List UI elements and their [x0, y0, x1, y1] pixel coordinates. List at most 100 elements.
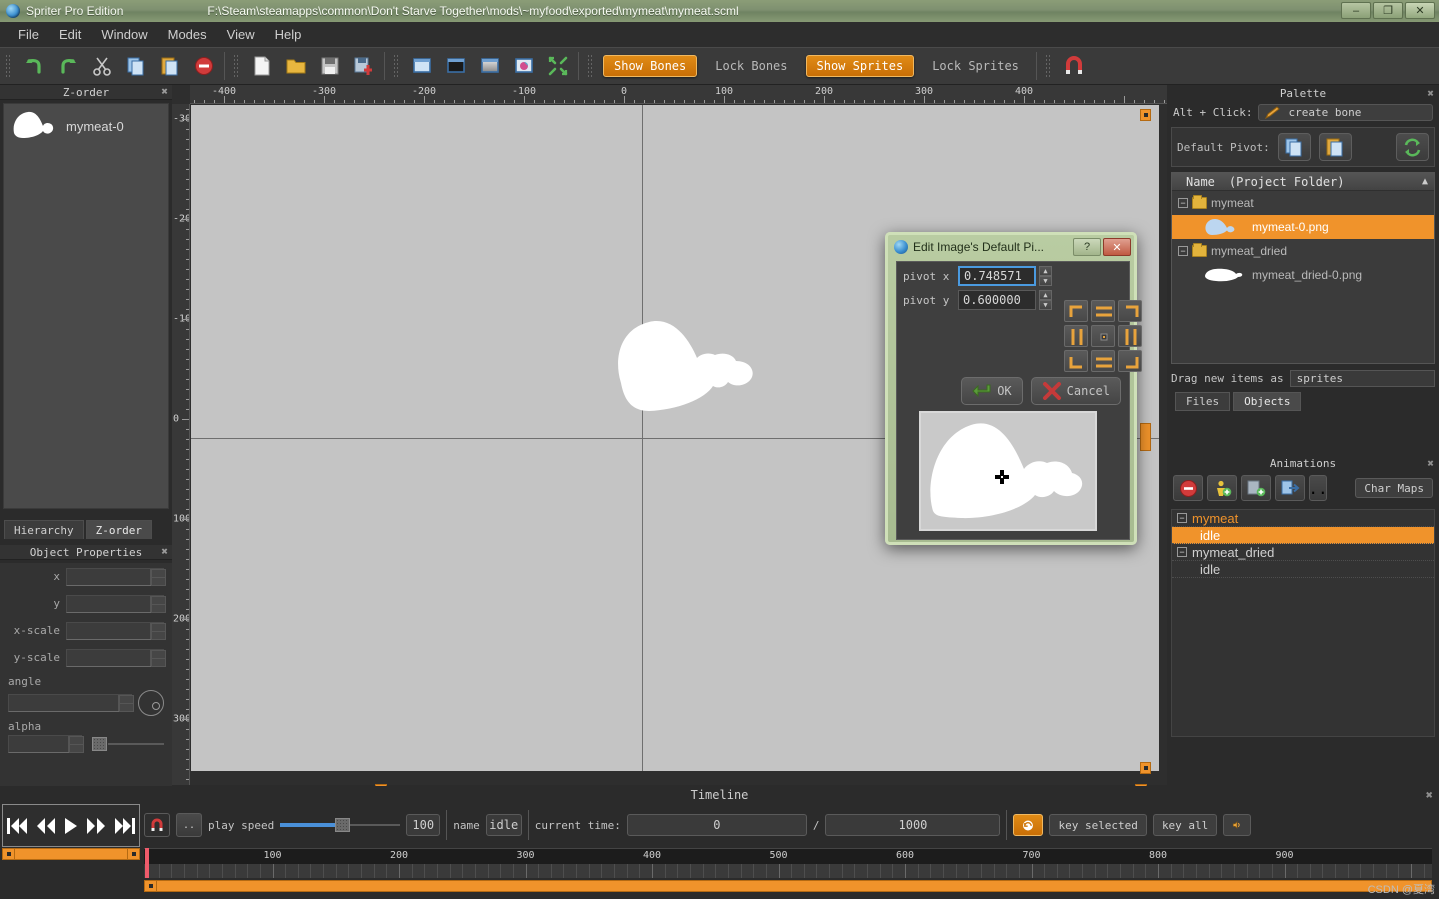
tree-item-mymeat[interactable]: − mymeat — [1172, 191, 1434, 215]
dark-window-icon[interactable] — [439, 51, 473, 81]
anchor-top-right-icon[interactable] — [1118, 300, 1142, 322]
fit-view-icon[interactable] — [541, 51, 575, 81]
expander-icon[interactable]: − — [1178, 198, 1188, 208]
dialog-close-button[interactable]: ✕ — [1103, 238, 1131, 256]
loop-icon[interactable] — [1013, 814, 1044, 836]
alpha-slider-handle[interactable] — [92, 737, 107, 751]
list-item[interactable]: mymeat-0 — [4, 104, 168, 148]
onion-skin-icon[interactable] — [144, 813, 170, 837]
pivot-preview[interactable] — [919, 411, 1097, 531]
menu-item-file[interactable]: File — [8, 25, 49, 44]
tab-z-order[interactable]: Z-order — [85, 520, 152, 539]
palette-close-icon[interactable]: ✖ — [1427, 87, 1434, 100]
anchor-middle-left-icon[interactable] — [1064, 325, 1088, 347]
minimize-button[interactable]: – — [1341, 2, 1371, 19]
ok-button[interactable]: OK — [961, 377, 1023, 405]
x-stepper[interactable] — [150, 568, 166, 586]
animation-item-mymeat-idle[interactable]: idle — [1172, 527, 1434, 544]
restore-button[interactable]: ❐ — [1373, 2, 1403, 19]
z-order-list[interactable]: mymeat-0 — [3, 103, 169, 509]
timeline-scrollbar[interactable] — [144, 880, 1432, 892]
menu-item-edit[interactable]: Edit — [49, 25, 91, 44]
color-window-icon[interactable] — [507, 51, 541, 81]
transport-scroll-left[interactable] — [2, 848, 15, 860]
tab-hierarchy[interactable]: Hierarchy — [4, 520, 84, 539]
show-sprites-toggle[interactable]: Show Sprites — [805, 55, 915, 77]
menu-item-modes[interactable]: Modes — [158, 25, 217, 44]
animation-group-mymeat-dried[interactable]: − mymeat_dried — [1172, 544, 1434, 561]
anchor-middle-right-icon[interactable] — [1118, 325, 1142, 347]
key-selected-button[interactable]: key selected — [1049, 814, 1147, 836]
angle-dial[interactable] — [138, 690, 164, 716]
paste-icon[interactable] — [153, 51, 187, 81]
magnet-icon[interactable] — [1057, 51, 1091, 81]
animations-tree[interactable]: − mymeat idle − mymeat_dried idle — [1171, 509, 1435, 737]
menu-item-window[interactable]: Window — [91, 25, 157, 44]
skip-start-icon[interactable] — [6, 816, 28, 836]
tree-item-mymeat-dried[interactable]: − mymeat_dried — [1172, 239, 1434, 263]
chevron-up-icon[interactable]: ▲ — [1422, 176, 1428, 187]
close-button[interactable]: ✕ — [1405, 2, 1435, 19]
open-folder-icon[interactable] — [279, 51, 313, 81]
angle-field[interactable] — [8, 694, 134, 712]
play-icon[interactable] — [63, 816, 79, 836]
x-scale-field[interactable] — [66, 621, 166, 640]
timeline-grid[interactable] — [144, 864, 1432, 878]
expander-icon[interactable]: − — [1177, 513, 1187, 523]
x-field[interactable] — [66, 567, 166, 586]
total-time-value[interactable]: 1000 — [825, 814, 1001, 836]
animations-close-icon[interactable]: ✖ — [1427, 457, 1434, 470]
anchor-bottom-center-icon[interactable] — [1091, 350, 1115, 372]
canvas-scroll-handle-bottom[interactable] — [1140, 762, 1151, 774]
anchor-bottom-left-icon[interactable] — [1064, 350, 1088, 372]
y-scale-field[interactable] — [66, 648, 166, 667]
drag-items-select[interactable]: sprites — [1289, 370, 1435, 387]
gradient-window-icon[interactable] — [473, 51, 507, 81]
y-scale-stepper[interactable] — [150, 649, 166, 667]
timeline-more-button[interactable]: .. — [176, 813, 202, 837]
x-scale-stepper[interactable] — [150, 622, 166, 640]
transport-scroll-right[interactable] — [127, 848, 140, 860]
object-properties-close-icon[interactable]: ✖ — [161, 546, 168, 557]
anchor-center-icon[interactable] — [1091, 325, 1115, 347]
timeline-scroll-left[interactable] — [144, 880, 157, 892]
timeline-playhead[interactable] — [145, 848, 149, 878]
pivot-x-stepper[interactable]: ▲ ▼ — [1039, 266, 1052, 286]
current-time-value[interactable]: 0 — [626, 814, 807, 836]
lock-sprites-toggle[interactable]: Lock Sprites — [922, 55, 1029, 77]
menu-item-view[interactable]: View — [217, 25, 265, 44]
tree-item-mymeat-0-png[interactable]: mymeat-0.png — [1172, 215, 1434, 239]
cut-icon[interactable] — [85, 51, 119, 81]
add-entity-icon[interactable] — [1207, 475, 1237, 501]
angle-stepper[interactable] — [118, 695, 134, 712]
more-icon[interactable]: .. — [1308, 475, 1328, 501]
y-stepper[interactable] — [150, 595, 166, 613]
tab-objects[interactable]: Objects — [1233, 392, 1302, 411]
alpha-slider[interactable] — [92, 737, 164, 751]
tab-files[interactable]: Files — [1175, 392, 1231, 411]
animation-group-mymeat[interactable]: − mymeat — [1172, 510, 1434, 527]
new-file-icon[interactable] — [245, 51, 279, 81]
copy-icon[interactable] — [119, 51, 153, 81]
tree-item-mymeat-dried-0-png[interactable]: mymeat_dried-0.png — [1172, 263, 1434, 287]
timeline-close-icon[interactable]: ✖ — [1426, 788, 1433, 802]
alpha-field[interactable] — [8, 735, 84, 753]
animation-item-mymeat-dried-idle[interactable]: idle — [1172, 561, 1434, 578]
pivot-y-input[interactable]: 0.600000 — [958, 290, 1036, 310]
animation-name-value[interactable]: idle — [485, 814, 522, 836]
toolbar-grip[interactable] — [5, 54, 12, 78]
toolbar-grip-3[interactable] — [393, 54, 400, 78]
rewind-icon[interactable] — [35, 816, 57, 836]
save-icon[interactable] — [313, 51, 347, 81]
lock-bones-toggle[interactable]: Lock Bones — [705, 55, 797, 77]
copy-pivot-icon[interactable] — [1277, 133, 1311, 161]
show-bones-toggle[interactable]: Show Bones — [603, 55, 698, 77]
play-speed-handle[interactable] — [335, 818, 351, 832]
create-bone-button[interactable]: create bone — [1258, 104, 1433, 121]
toolbar-grip-5[interactable] — [1044, 54, 1052, 78]
pivot-y-stepper[interactable]: ▲ ▼ — [1039, 290, 1052, 310]
canvas-sprite-mymeat[interactable] — [605, 311, 785, 436]
play-speed-value[interactable]: 100 — [406, 814, 441, 836]
char-maps-button[interactable]: Char Maps — [1355, 478, 1433, 498]
play-speed-slider[interactable] — [280, 818, 401, 832]
